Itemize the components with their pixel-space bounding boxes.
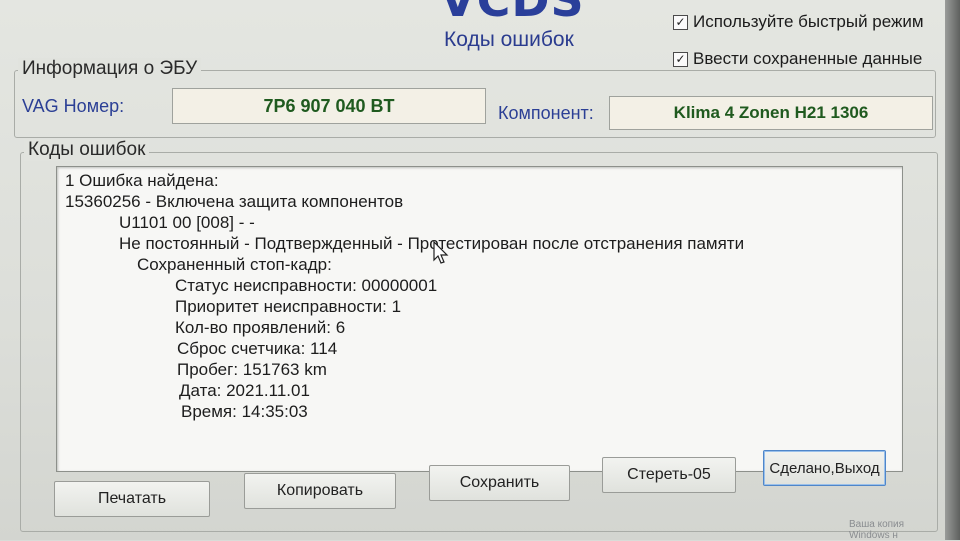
fault-line: Сохраненный стоп-кадр: <box>137 255 332 274</box>
copy-button[interactable]: Копировать <box>244 473 396 509</box>
component-label: Компонент: <box>498 103 594 123</box>
fault-line: 1 Ошибка найдена: <box>65 171 219 190</box>
fault-line: Статус неисправности: 00000001 <box>175 276 438 295</box>
screen-title: Коды ошибок <box>444 28 574 51</box>
print-button[interactable]: Печатать <box>54 481 210 517</box>
saved-data-checkbox[interactable]: ✓ <box>673 51 688 67</box>
ecu-info-title: Информация о ЭБУ <box>18 58 202 80</box>
component-field: Klima 4 Zonen H21 1306 <box>609 96 933 130</box>
vag-number-field: 7P6 907 040 BT <box>172 88 486 124</box>
fault-line: Время: 14:35:03 <box>181 402 308 421</box>
fault-line: Дата: 2021.11.01 <box>179 381 310 400</box>
fault-codes-title: Коды ошибок <box>24 139 150 161</box>
vcds-logo: VCDS <box>440 0 585 27</box>
windows-activation-watermark: Ваша копия Windows н <box>849 519 905 541</box>
done-exit-button[interactable]: Сделано,Выход <box>763 450 886 486</box>
vag-number-label: VAG Номер: <box>22 96 125 116</box>
window-edge <box>945 0 960 540</box>
clear-codes-button[interactable]: Стереть-05 <box>602 457 736 493</box>
fault-line: Не постоянный - Подтвержденный - Протест… <box>119 234 745 253</box>
fast-mode-checkbox[interactable]: ✓ <box>673 14 688 30</box>
mouse-pointer-icon <box>433 241 449 264</box>
fault-line: Пробег: 151763 km <box>177 360 327 379</box>
fast-mode-option[interactable]: ✓ Используйте быстрый режим <box>673 12 924 32</box>
fault-line: Кол-во проявлений: 6 <box>175 318 346 337</box>
fault-line: 15360256 - Включена защита компонентов <box>65 192 404 211</box>
fault-line: U1101 00 [008] - - <box>119 213 255 232</box>
fast-mode-label: Используйте быстрый режим <box>693 12 924 31</box>
saved-data-label: Ввести сохраненные данные <box>693 49 923 68</box>
vcds-window: VCDS Коды ошибок ✓ Используйте быстрый р… <box>0 0 945 541</box>
fault-line: Сброс счетчика: 114 <box>177 339 338 358</box>
saved-data-option[interactable]: ✓ Ввести сохраненные данные <box>673 49 922 69</box>
fault-codes-textarea[interactable]: 1 Ошибка найдена: 15360256 - Включена за… <box>56 166 903 472</box>
fault-line: Приоритет неисправности: 1 <box>175 297 402 316</box>
save-button[interactable]: Сохранить <box>429 465 570 501</box>
